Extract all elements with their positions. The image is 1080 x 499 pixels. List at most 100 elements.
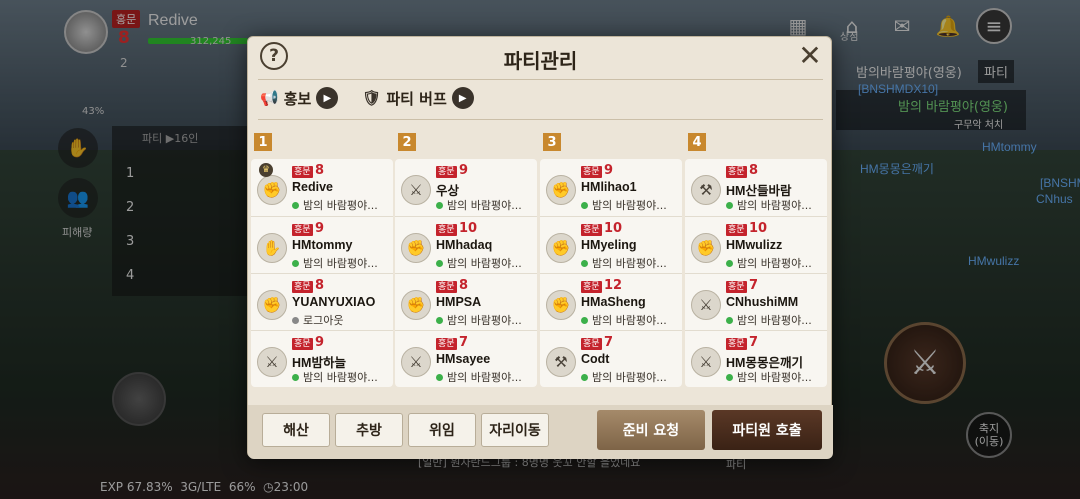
online-dot-icon (436, 317, 443, 324)
online-dot-icon (726, 202, 733, 209)
member-status: 밤의 바람평야... (292, 255, 378, 271)
member-location: 로그아웃 (303, 314, 344, 327)
member-status: 밤의 바람평야... (436, 369, 522, 385)
honor-badge: 홍문 (436, 281, 457, 293)
member-location: 밤의 바람평야... (737, 314, 812, 327)
party-member-slot[interactable]: ✊ ♛ 홍문 8 Redive 밤의 바람평야... (251, 159, 393, 215)
member-status: 밤의 바람평야... (581, 197, 667, 213)
member-status: 밤의 바람평야... (292, 369, 378, 385)
fist-icon: ✊ (546, 175, 576, 205)
member-level: 8 (749, 163, 759, 178)
member-name: Redive (292, 180, 333, 194)
play-icon: ▶ (316, 87, 339, 109)
sword-icon: ⚔ (691, 290, 721, 320)
member-list: ✊ ♛ 홍문 8 Redive 밤의 바람평야... ✋ 홍문 9 HMtommy 밤의 바람평야.… (251, 159, 393, 387)
honor-badge: 홍문 (436, 338, 457, 350)
member-status: 로그아웃 (292, 312, 343, 328)
party-member-slot[interactable]: ⚔ 홍문 7 HM몽몽은깨기 밤의 바람평야... (685, 330, 827, 386)
sword-icon: ⚔ (401, 175, 431, 205)
party-member-slot[interactable]: ✊ 홍문 10 HMyeling 밤의 바람평야... (540, 216, 682, 272)
member-status: 밤의 바람평야... (726, 369, 812, 385)
ready-request-button[interactable]: 준비 요청 (597, 410, 705, 450)
promo-row: 📢 홍보 ▶ 🛡 파티 버프 ▶ (260, 85, 474, 111)
disband-button[interactable]: 해산 (262, 413, 330, 447)
party-number: 4 (688, 133, 706, 151)
honor-badge: 홍문 (726, 166, 747, 178)
member-name: HMlihao1 (581, 180, 637, 194)
member-level: 7 (749, 335, 759, 350)
fist-icon: ✊ (401, 233, 431, 263)
sword-icon: ⚔ (691, 347, 721, 377)
member-location: 밤의 바람평야... (737, 371, 812, 384)
party-buff-label: 파티 버프 (386, 89, 447, 108)
party-member-slot[interactable]: ⚔ 홍문 7 CNhushiMM 밤의 바람평야... (685, 273, 827, 329)
member-status: 밤의 바람평야... (581, 312, 667, 328)
dialog-header: ? 파티관리 ✕ (248, 37, 833, 77)
member-status: 밤의 바람평야... (436, 197, 522, 213)
honor-badge: 홍문 (726, 224, 747, 236)
promo-button[interactable]: 📢 홍보 ▶ (260, 87, 339, 109)
fist-icon: ✊ (691, 233, 721, 263)
party-member-slot[interactable]: ⚔ 홍문 7 HMsayee 밤의 바람평야... (395, 330, 537, 386)
member-status: 밤의 바람평야... (436, 312, 522, 328)
member-status: 밤의 바람평야... (726, 312, 812, 328)
party-member-slot[interactable]: ✊ 홍문 9 HMlihao1 밤의 바람평야... (540, 159, 682, 215)
member-status: 밤의 바람평야... (292, 197, 378, 213)
member-location: 밤의 바람평야... (447, 371, 522, 384)
party-member-slot[interactable]: ✊ 홍문 12 HMaSheng 밤의 바람평야... (540, 273, 682, 329)
gauntlet-icon: ✋ (257, 233, 287, 263)
online-dot-icon (726, 260, 733, 267)
online-dot-icon (436, 202, 443, 209)
online-dot-icon (581, 260, 588, 267)
play-icon: ▶ (451, 87, 474, 109)
claw-icon: ⚒ (691, 175, 721, 205)
party-number: 2 (398, 133, 416, 151)
member-location: 밤의 바람평야... (447, 257, 522, 270)
party-number: 1 (254, 133, 272, 151)
move-seat-button[interactable]: 자리이동 (481, 413, 549, 447)
party-member-slot[interactable]: ✋ 홍문 9 HMtommy 밤의 바람평야... (251, 216, 393, 272)
member-name: HMtommy (292, 238, 353, 252)
summon-members-button[interactable]: 파티원 호출 (712, 410, 822, 450)
honor-badge: 홍문 (726, 338, 747, 350)
delegate-button[interactable]: 위임 (408, 413, 476, 447)
honor-badge: 홍문 (292, 281, 313, 293)
member-name: Codt (581, 352, 610, 366)
member-level: 8 (459, 278, 469, 293)
shield-icon: 🛡 (362, 89, 382, 107)
honor-badge: 홍문 (292, 224, 313, 236)
megaphone-icon: 📢 (260, 89, 279, 107)
member-level: 8 (315, 163, 325, 178)
party-member-slot[interactable]: ✊ 홍문 10 HMwulizz 밤의 바람평야... (685, 216, 827, 272)
party-member-slot[interactable]: ⚒ 홍문 8 HM산들바람 밤의 바람평야... (685, 159, 827, 215)
header-divider (258, 79, 823, 80)
dialog-title: 파티관리 (503, 49, 578, 73)
party-member-slot[interactable]: ⚒ 홍문 7 Codt 밤의 바람평야... (540, 330, 682, 386)
online-dot-icon (726, 317, 733, 324)
party-member-slot[interactable]: ✊ 홍문 10 HMhadaq 밤의 바람평야... (395, 216, 537, 272)
party-member-slot[interactable]: ✊ 홍문 8 YUANYUXIAO 로그아웃 (251, 273, 393, 329)
party-buff-button[interactable]: 🛡 파티 버프 ▶ (362, 87, 474, 109)
member-location: 밤의 바람평야... (592, 199, 667, 212)
claw-icon: ⚒ (546, 347, 576, 377)
member-level: 10 (749, 221, 768, 236)
honor-badge: 홍문 (436, 224, 457, 236)
member-location: 밤의 바람평야... (592, 257, 667, 270)
member-name: HMsayee (436, 352, 491, 366)
member-level: 9 (315, 221, 325, 236)
promo-label: 홍보 (283, 89, 312, 108)
close-button[interactable]: ✕ (795, 39, 825, 72)
fist-icon: ✊ (546, 233, 576, 263)
party-member-slot[interactable]: ⚔ 홍문 9 HM밤하늘 밤의 바람평야... (251, 330, 393, 386)
fist-icon: ✊ (257, 175, 287, 205)
member-status: 밤의 바람평야... (581, 255, 667, 271)
party-member-slot[interactable]: ✊ 홍문 8 HMPSA 밤의 바람평야... (395, 273, 537, 329)
member-list: ⚔ 홍문 9 우상 밤의 바람평야... ✊ 홍문 10 HMhadaq 밤의 바람평야... ✊ 홍… (395, 159, 537, 387)
kick-button[interactable]: 추방 (335, 413, 403, 447)
member-level: 10 (604, 221, 623, 236)
member-name: HMPSA (436, 295, 482, 309)
party-member-slot[interactable]: ⚔ 홍문 9 우상 밤의 바람평야... (395, 159, 537, 215)
member-location: 밤의 바람평야... (447, 314, 522, 327)
sword-icon: ⚔ (257, 347, 287, 377)
member-status: 밤의 바람평야... (726, 255, 812, 271)
